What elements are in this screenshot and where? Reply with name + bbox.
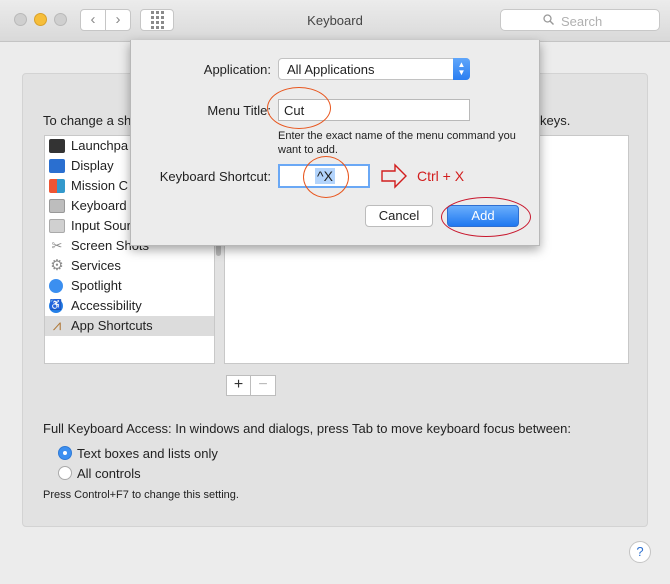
setting-hint: Press Control+F7 to change this setting.	[43, 489, 239, 501]
radio-button-checked[interactable]	[58, 446, 72, 460]
category-label: Mission C	[71, 178, 129, 193]
remove-shortcut-button[interactable]: −	[251, 375, 276, 396]
display-icon	[49, 159, 65, 173]
add-remove-control: + −	[226, 375, 276, 396]
launchpad-icon	[49, 139, 65, 153]
keyboard-icon	[49, 199, 65, 213]
radio-all-controls[interactable]: All controls	[58, 464, 141, 482]
full-keyboard-access-label: Full Keyboard Access: In windows and dia…	[43, 421, 571, 436]
category-item-app-shortcuts[interactable]: ⩘ App Shortcuts	[45, 316, 214, 336]
radio-text-boxes[interactable]: Text boxes and lists only	[58, 444, 218, 462]
radio-label: All controls	[77, 465, 141, 481]
spotlight-icon	[49, 279, 63, 293]
category-label: Input Sour	[71, 218, 131, 233]
annotation-circle-add	[441, 197, 531, 237]
search-placeholder: Search	[561, 14, 603, 29]
annotation-ctrl-x: Ctrl + X	[417, 168, 465, 184]
arrow-right-icon	[381, 163, 407, 189]
application-label: Application:	[203, 62, 271, 77]
cancel-button[interactable]: Cancel	[365, 205, 433, 227]
gear-icon: ⚙	[50, 257, 64, 274]
category-label: Launchpa	[71, 138, 129, 153]
category-item-spotlight[interactable]: Spotlight	[45, 276, 214, 296]
help-button[interactable]: ?	[629, 541, 651, 563]
application-value: All Applications	[287, 62, 375, 77]
add-shortcut-dialog: Application: All Applications ▲ ▼ Menu Ti…	[130, 40, 540, 246]
category-label: Keyboard	[71, 198, 127, 213]
category-item-accessibility[interactable]: ♿ Accessibility	[45, 296, 214, 316]
application-popup[interactable]: All Applications ▲ ▼	[278, 58, 470, 80]
keyboard-shortcut-label: Keyboard Shortcut:	[159, 169, 271, 184]
menu-title-description: Enter the exact name of the menu command…	[278, 130, 516, 156]
title-bar: ‹ › Keyboard Search	[0, 0, 670, 42]
category-item-services[interactable]: ⚙ Services	[45, 256, 214, 276]
search-icon	[543, 14, 554, 25]
category-label: Services	[71, 258, 121, 273]
category-label: Display	[71, 158, 114, 173]
category-label: App Shortcuts	[71, 318, 153, 333]
input-sources-icon	[49, 219, 65, 233]
chevron-updown-icon: ▲ ▼	[453, 58, 470, 80]
category-label: Spotlight	[71, 278, 122, 293]
screenshot-icon: ✂	[51, 238, 63, 253]
category-label: Accessibility	[71, 298, 142, 313]
annotation-circle-menu-title	[267, 87, 331, 129]
add-shortcut-button[interactable]: +	[226, 375, 251, 396]
search-field[interactable]: Search	[500, 9, 660, 31]
radio-label: Text boxes and lists only	[77, 445, 218, 461]
intro-text-end: keys.	[540, 113, 571, 128]
app-shortcuts-icon: ⩘	[52, 317, 62, 334]
menu-title-label: Menu Title:	[207, 103, 271, 118]
mission-control-icon	[49, 179, 65, 193]
accessibility-icon: ♿	[49, 299, 63, 313]
intro-text: To change a sh	[43, 113, 132, 128]
radio-button[interactable]	[58, 466, 72, 480]
annotation-circle-shortcut	[303, 156, 349, 198]
